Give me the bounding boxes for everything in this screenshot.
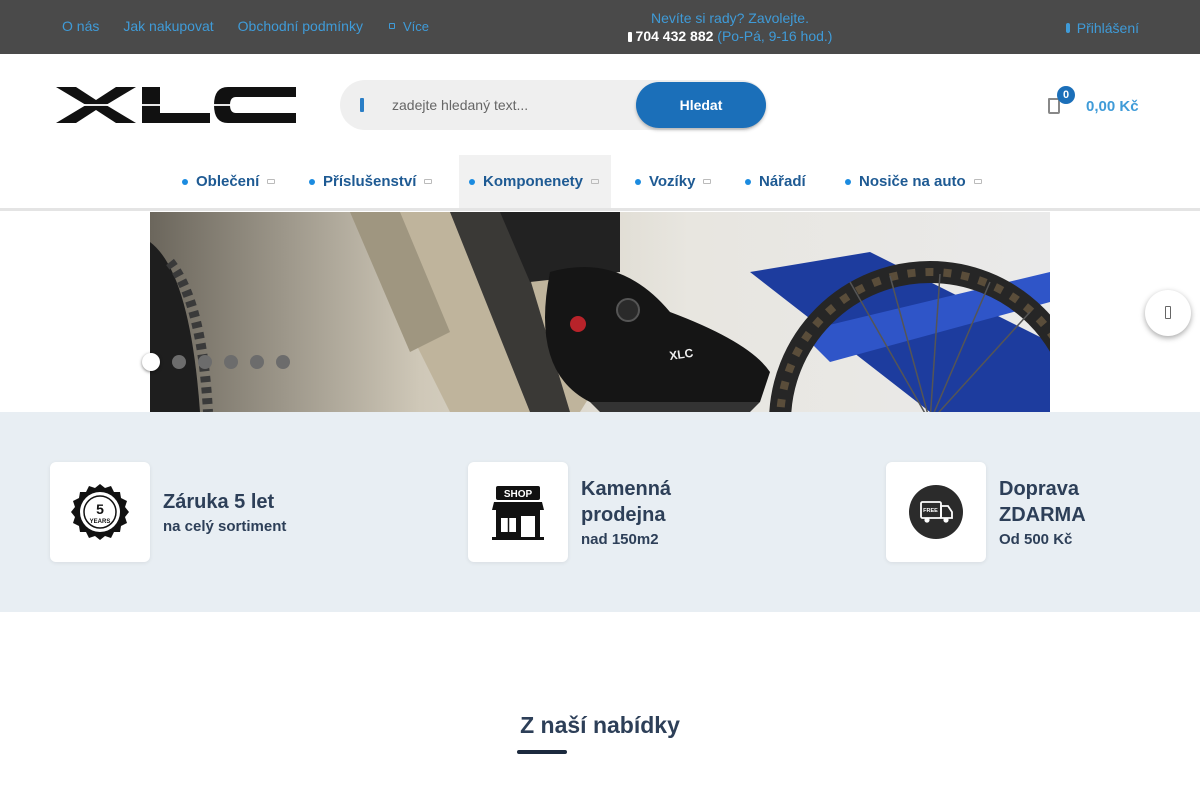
benefit-subtitle: Od 500 Kč <box>999 531 1073 548</box>
nav-item-nosice-na-auto[interactable]: Nosiče na auto <box>845 155 982 208</box>
search-input[interactable] <box>392 93 632 117</box>
search-icon <box>360 98 364 112</box>
nav-item-label: Komponenety <box>483 173 584 190</box>
bullet-icon <box>182 178 188 185</box>
login-label: Přihlášení <box>1076 20 1139 36</box>
bullet-icon <box>309 178 315 185</box>
svg-text:SHOP: SHOP <box>504 489 533 500</box>
slider-dot-5[interactable] <box>250 355 264 369</box>
bullet-icon <box>635 178 641 185</box>
link-obchodni-podminky[interactable]: Obchodní podmínky <box>238 18 363 34</box>
benefit-subtitle: na celý sortiment <box>163 518 287 535</box>
svg-text:FREE: FREE <box>923 508 938 514</box>
svg-text:YEARS: YEARS <box>90 519 111 525</box>
benefit-title: Doprava ZDARMA <box>999 478 1086 526</box>
hero-image: XLC <box>150 212 1050 412</box>
slider-next-button[interactable] <box>1145 290 1191 336</box>
search-button[interactable]: Hledat <box>636 82 766 128</box>
slider-dot-4[interactable] <box>224 355 238 369</box>
bullet-icon <box>845 178 851 185</box>
chevron-down-icon <box>424 179 433 184</box>
nav-item-naradi[interactable]: Nářadí <box>745 155 806 208</box>
chevron-down-icon <box>591 179 600 184</box>
link-o-nas[interactable]: O nás <box>62 18 99 34</box>
bullet-icon <box>745 178 751 185</box>
benefit-icon-box: SHOP <box>468 462 568 562</box>
benefit-subtitle: nad 150m2 <box>581 531 659 548</box>
benefit-title: Záruka 5 let <box>163 491 275 513</box>
chevron-down-icon <box>267 179 276 184</box>
svg-text:5: 5 <box>96 501 104 517</box>
nav-item-label: Nosiče na auto <box>859 173 966 190</box>
contact-question: Nevíte si rady? Zavolejte. <box>651 10 809 26</box>
shop-icon: SHOP <box>492 486 544 540</box>
hero-slider[interactable]: XLC <box>150 212 1050 412</box>
benefit-store: SHOP Kamenná prodejna nad 150m2 <box>468 462 701 562</box>
benefit-title: Kamenná prodejna <box>581 478 672 526</box>
top-bar: O nás Jak nakupovat Obchodní podmínky Ví… <box>0 0 1200 54</box>
benefit-warranty: 5 YEARS Záruka 5 let na celý sortiment <box>50 462 286 562</box>
more-icon <box>388 23 395 29</box>
slider-dot-3[interactable] <box>198 355 212 369</box>
nav-item-prislusenstvi[interactable]: Příslušenství <box>309 155 433 208</box>
nav-item-obleceni[interactable]: Oblečení <box>182 155 276 208</box>
search-bar: Hledat <box>340 80 766 130</box>
section-title: Z naší nabídky <box>520 712 680 738</box>
main-nav: Oblečení Příslušenství Komponenety Vozík… <box>0 155 1200 211</box>
phone-number[interactable]: 704 432 882 <box>636 28 714 44</box>
nav-item-komponenety[interactable]: Komponenety <box>459 155 612 208</box>
top-links: O nás Jak nakupovat Obchodní podmínky Ví… <box>62 18 429 34</box>
benefit-shipping: FREE Doprava ZDARMA Od 500 Kč <box>886 462 1109 562</box>
slider-dot-1[interactable] <box>142 353 160 371</box>
cart-count-badge: 0 <box>1057 86 1075 104</box>
user-icon <box>1065 23 1070 33</box>
free-shipping-icon: FREE <box>909 485 963 539</box>
nav-item-voziky[interactable]: Vozíky <box>635 155 712 208</box>
nav-item-label: Nářadí <box>759 173 806 190</box>
slider-dot-2[interactable] <box>172 355 186 369</box>
office-hours: (Po-Pá, 9-16 hod.) <box>717 28 833 44</box>
xlc-logo[interactable] <box>50 83 298 127</box>
nav-item-label: Příslušenství <box>323 173 417 190</box>
link-jak-nakupovat[interactable]: Jak nakupovat <box>123 18 213 34</box>
slider-dots <box>142 353 290 371</box>
nav-item-label: Vozíky <box>649 173 696 190</box>
more-label: Více <box>402 18 429 34</box>
benefit-icon-box: 5 YEARS <box>50 462 150 562</box>
benefits-strip: 5 YEARS Záruka 5 let na celý sortiment S… <box>0 412 1200 612</box>
slider-dot-6[interactable] <box>276 355 290 369</box>
header: Hledat 0 0,00 Kč <box>0 54 1200 156</box>
more-menu[interactable]: Více <box>388 18 429 34</box>
contact-info: Nevíte si rady? Zavolejte. 704 432 882 (… <box>560 9 900 45</box>
section-title-underline <box>517 750 567 754</box>
bullet-icon <box>469 178 475 185</box>
cart[interactable]: 0 0,00 Kč <box>1048 86 1148 122</box>
login-link[interactable]: Přihlášení <box>1065 20 1139 36</box>
chevron-down-icon <box>973 179 982 184</box>
phone-icon <box>627 32 632 42</box>
nav-item-label: Oblečení <box>196 173 260 190</box>
chevron-down-icon <box>703 179 712 184</box>
benefit-icon-box: FREE <box>886 462 986 562</box>
cart-total: 0,00 Kč <box>1086 98 1139 115</box>
warranty-badge-icon: 5 YEARS <box>71 484 129 540</box>
chevron-right-icon <box>1165 306 1171 319</box>
